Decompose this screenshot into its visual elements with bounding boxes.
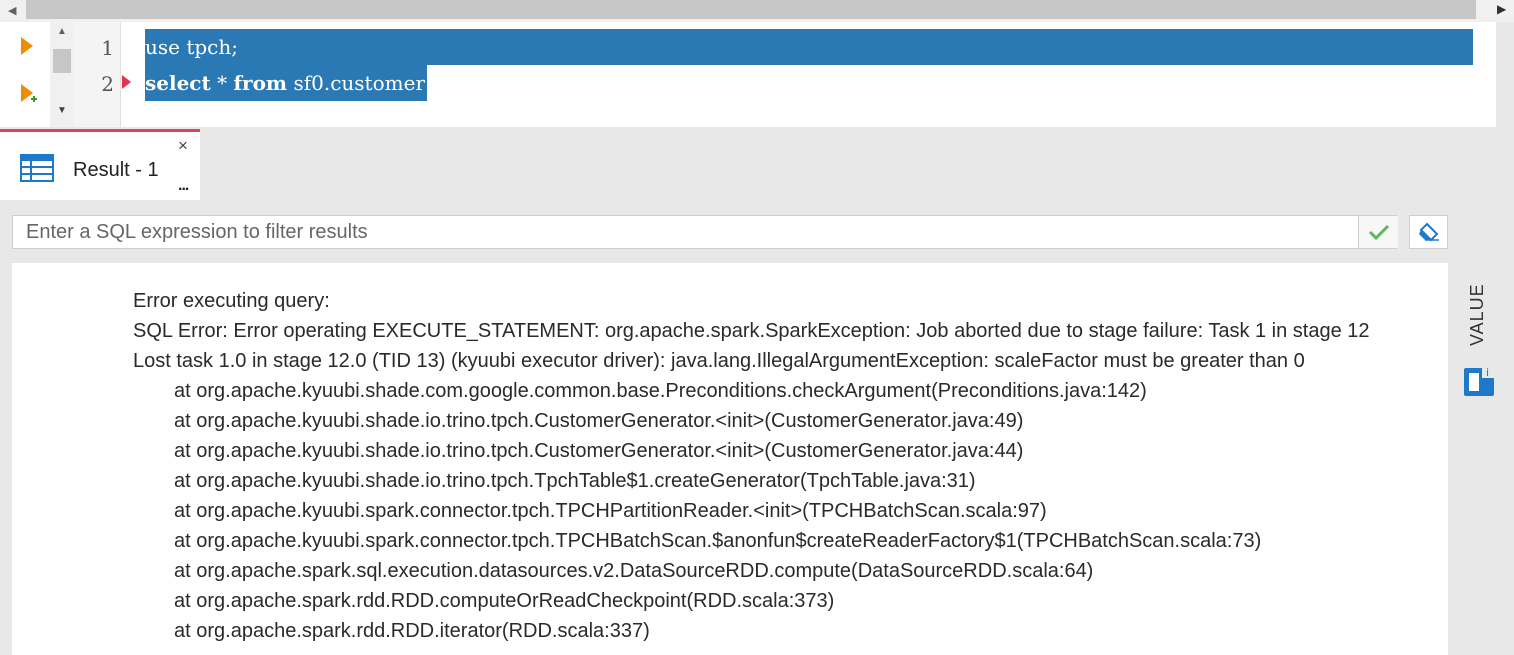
error-line: Lost task 1.0 in stage 12.0 (TID 13) (ky…: [133, 350, 1305, 372]
value-side-panel: [1450, 200, 1514, 655]
stack-trace-line: at org.apache.kyuubi.spark.connector.tpc…: [174, 500, 1047, 522]
scroll-left-icon[interactable]: ◀: [8, 4, 16, 17]
run-in-new-tab-button[interactable]: [20, 84, 38, 106]
code-line-2[interactable]: select * from sf0.customer: [145, 65, 427, 101]
vertical-scroll-thumb[interactable]: [53, 49, 71, 73]
scroll-right-icon[interactable]: ▶: [1497, 2, 1506, 16]
apply-filter-button[interactable]: [1358, 216, 1398, 248]
svg-text:i: i: [1486, 366, 1489, 379]
error-message-panel: Error executing query: SQL Error: Error …: [12, 263, 1448, 655]
play-triangle-icon: [21, 37, 33, 55]
filter-bar: [12, 215, 1398, 249]
stack-trace-line: at org.apache.kyuubi.shade.io.trino.tpch…: [174, 410, 1024, 432]
play-add-icon: [21, 84, 37, 102]
error-line: SQL Error: Error operating EXECUTE_STATE…: [133, 320, 1370, 342]
scroll-down-icon[interactable]: ▼: [52, 105, 72, 121]
check-icon: [1368, 224, 1389, 241]
sql-editor[interactable]: ▲ ▼ 1 2 use tpch; select * from sf0.cust…: [0, 22, 1496, 127]
clear-filter-button[interactable]: [1409, 215, 1448, 249]
results-tab-bar: Result - 1 × ...: [0, 127, 1514, 202]
code-text: sf0.customer: [287, 71, 425, 95]
line-number-gutter: 1 2: [74, 22, 121, 127]
editor-horizontal-scrollbar[interactable]: ◀: [0, 0, 1514, 22]
tab-label: Result - 1: [73, 159, 159, 181]
stack-trace-line: at org.apache.kyuubi.spark.connector.tpc…: [174, 530, 1262, 552]
value-label: VALUE: [1467, 283, 1487, 346]
stack-trace-line: at org.apache.kyuubi.shade.com.google.co…: [174, 380, 1147, 402]
error-line: Error executing query:: [133, 290, 330, 312]
stack-trace-line: at org.apache.kyuubi.shade.io.trino.tpch…: [174, 470, 976, 492]
editor-toolbar: [0, 22, 50, 127]
line-number: 1: [101, 36, 114, 60]
line-number: 2: [101, 72, 114, 96]
value-panel-button[interactable]: i: [1462, 364, 1496, 403]
run-statement-button[interactable]: [20, 37, 34, 55]
close-icon[interactable]: ×: [178, 136, 188, 156]
horizontal-scroll-thumb[interactable]: [26, 0, 1476, 19]
tab-result-1[interactable]: Result - 1 × ...: [0, 129, 200, 200]
stack-trace-line: at org.apache.spark.rdd.RDD.iterator(RDD…: [174, 620, 650, 642]
filter-input[interactable]: [13, 216, 1358, 248]
code-line-1[interactable]: use tpch;: [145, 29, 1473, 65]
editor-vertical-scrollbar[interactable]: ▲ ▼: [50, 22, 74, 127]
more-options-icon[interactable]: ...: [178, 177, 189, 195]
eraser-icon: [1418, 222, 1439, 242]
stack-trace-line: at org.apache.spark.sql.execution.dataso…: [174, 560, 1094, 582]
table-grid-icon: [20, 154, 54, 182]
keyword-select: select: [145, 71, 211, 95]
code-text: *: [210, 71, 234, 95]
stack-trace-line: at org.apache.kyuubi.shade.io.trino.tpch…: [174, 440, 1024, 462]
value-panel-icon: i: [1464, 366, 1494, 396]
stack-trace-line: at org.apache.spark.rdd.RDD.computeOrRea…: [174, 590, 835, 612]
scroll-up-icon[interactable]: ▲: [52, 26, 72, 46]
keyword-from: from: [233, 71, 288, 95]
value-panel-tab[interactable]: VALUE: [1462, 280, 1492, 350]
error-marker-icon[interactable]: [122, 75, 131, 89]
code-text: use tpch;: [145, 35, 238, 59]
